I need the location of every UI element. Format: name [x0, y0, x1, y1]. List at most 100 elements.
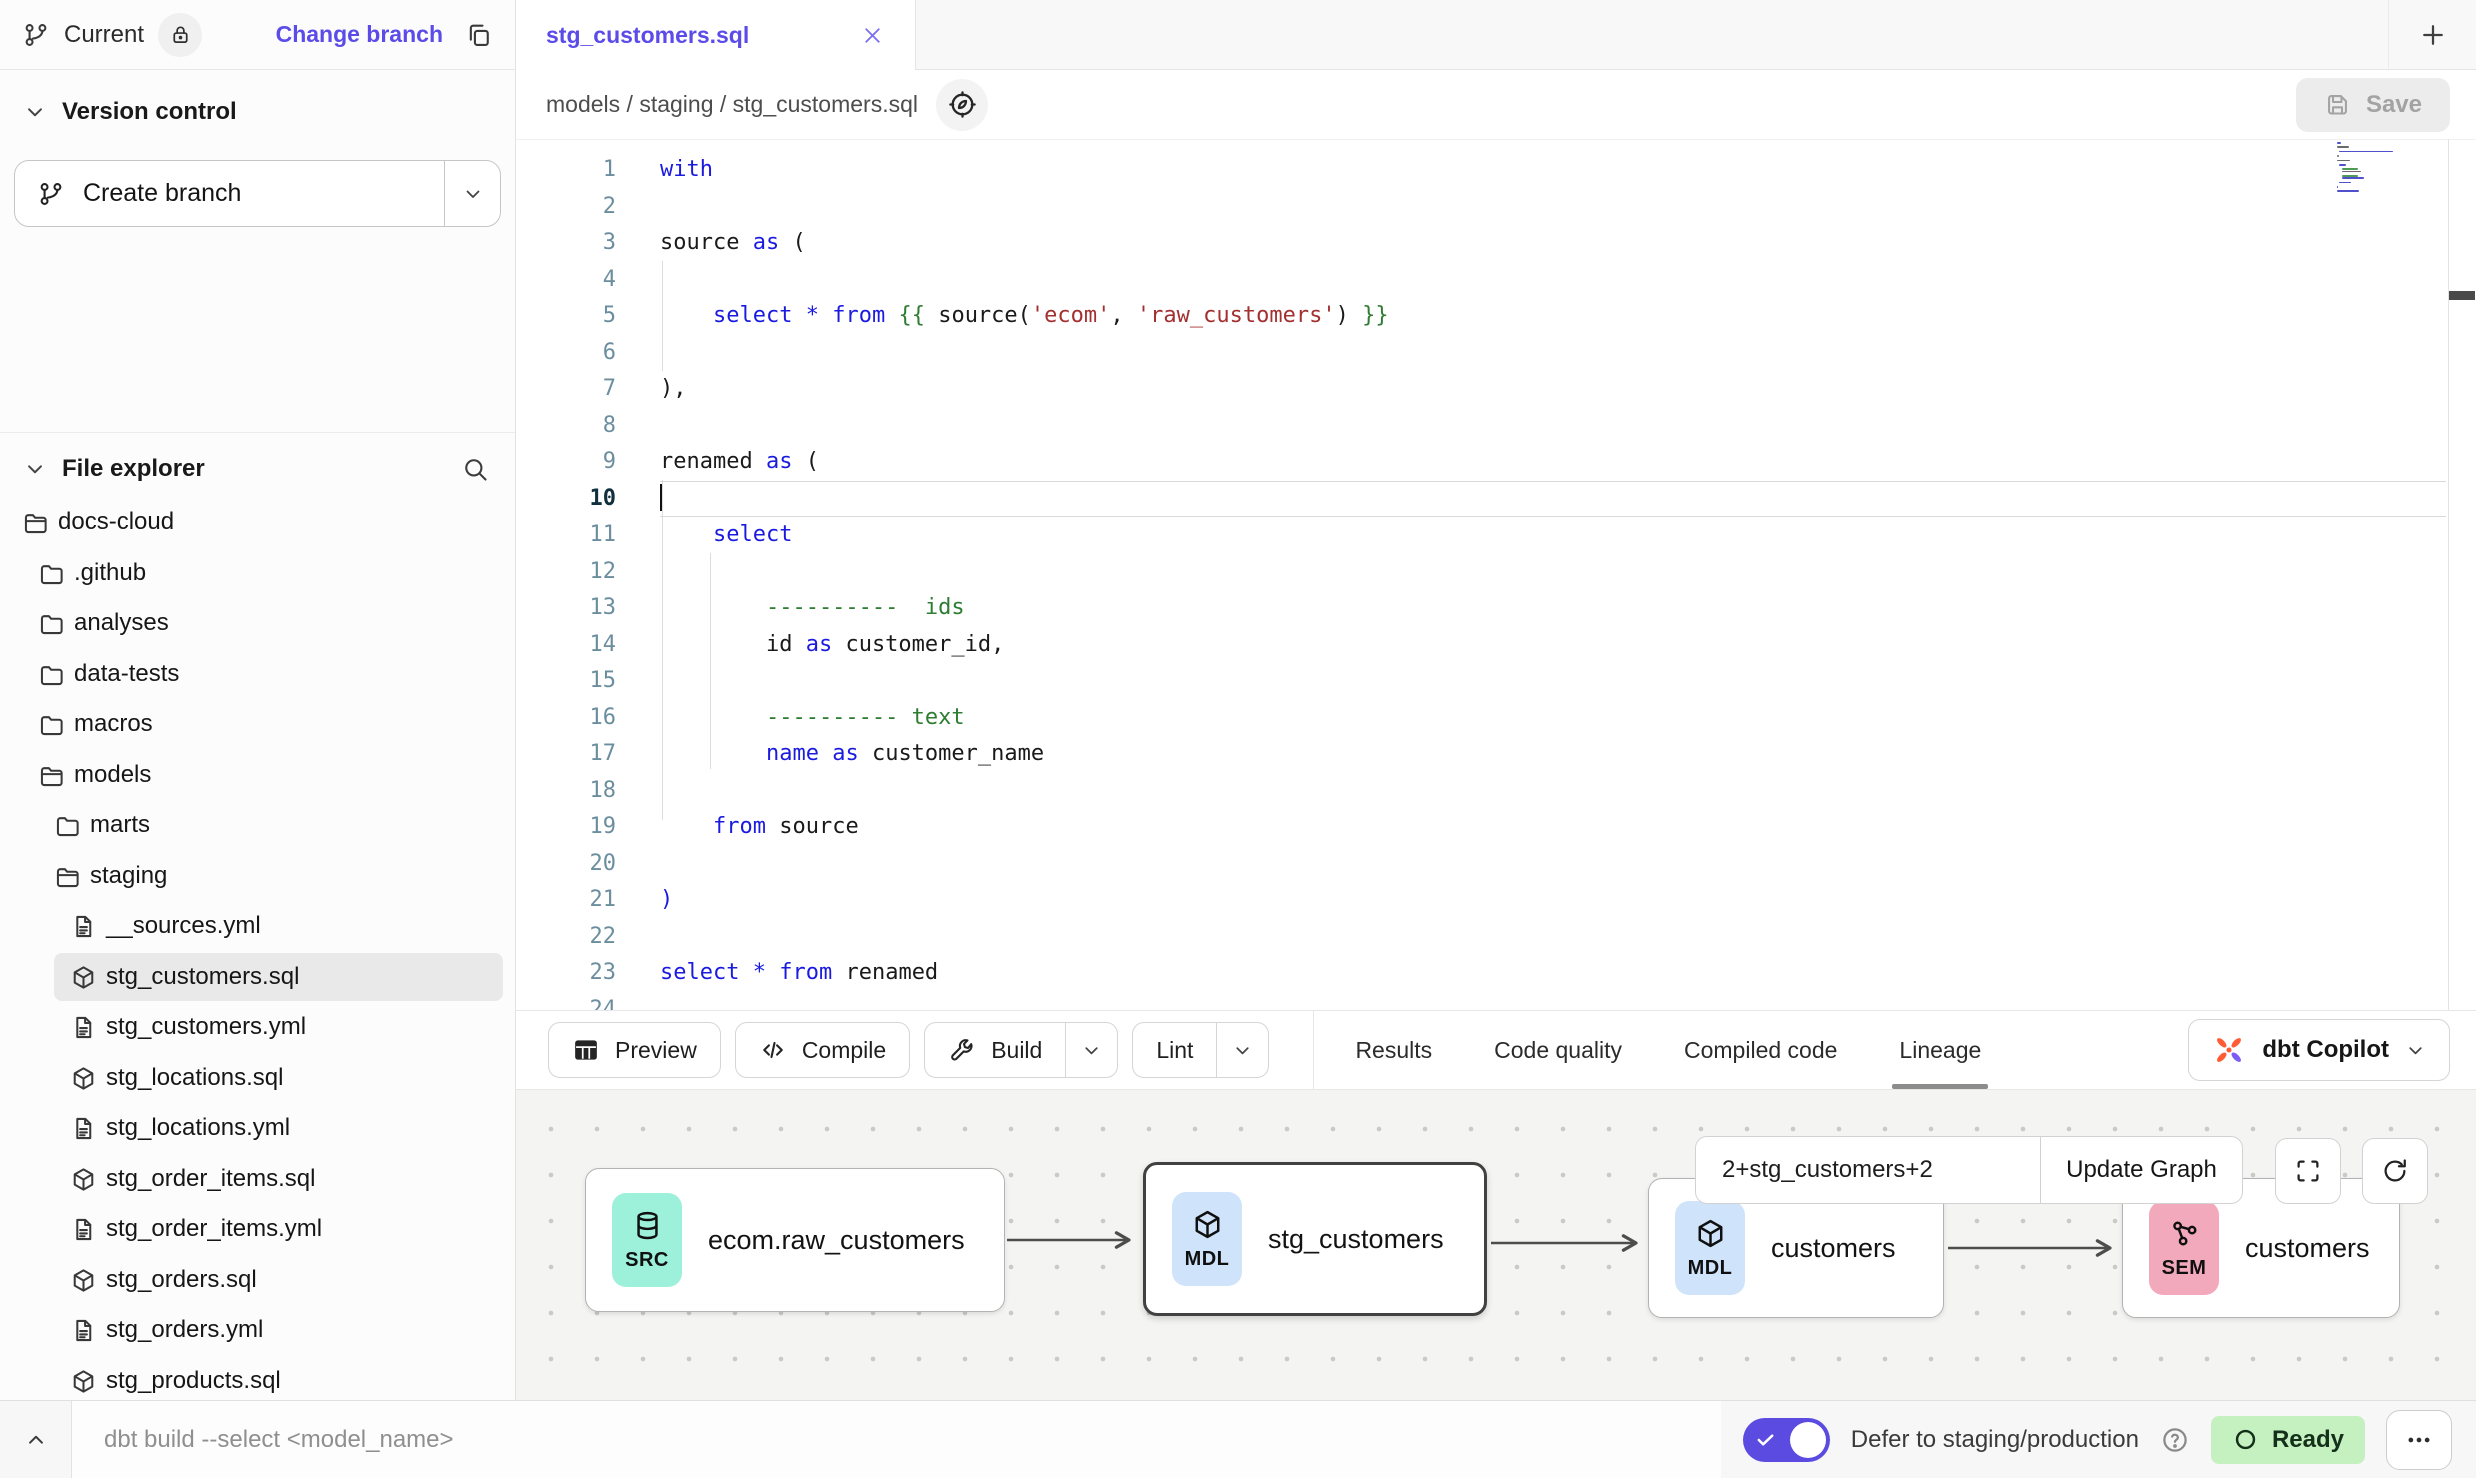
file-tree-item-stg-orders-yml[interactable]: stg_orders.yml	[0, 1305, 515, 1356]
code-line-23[interactable]: select * from renamed	[660, 955, 2446, 992]
file-icon	[70, 1014, 97, 1041]
code-line-9[interactable]: renamed as (	[660, 444, 2446, 481]
line-number: 7	[516, 371, 626, 408]
code-line-14[interactable]: id as customer_id,	[660, 627, 2446, 664]
defer-label: Defer to staging/production	[1851, 1426, 2139, 1454]
lineage-node-stg_customers[interactable]: MDLstg_customers	[1143, 1162, 1487, 1316]
file-tree-item-models[interactable]: models	[0, 750, 515, 801]
code-line-7[interactable]: ),	[660, 371, 2446, 408]
code-line-8[interactable]	[660, 408, 2446, 445]
line-number: 16	[516, 700, 626, 737]
create-branch-main[interactable]: Create branch	[15, 161, 444, 226]
lineage-filter-input[interactable]: 2+stg_customers+2	[1695, 1136, 2041, 1204]
file-tree-item-docs-cloud[interactable]: docs-cloud	[0, 497, 515, 548]
file-tree-item-stg-customers-sql[interactable]: stg_customers.sql	[0, 952, 515, 1003]
minimap-line	[2337, 186, 2338, 188]
code-line-16[interactable]: ---------- text	[660, 700, 2446, 737]
build-dropdown[interactable]	[1065, 1023, 1117, 1077]
panel-tab-results[interactable]: Results	[1324, 1011, 1463, 1089]
code-line-21[interactable]: )	[660, 882, 2446, 919]
node-badge-label: MDL	[1185, 1248, 1230, 1271]
code-line-22[interactable]	[660, 919, 2446, 956]
indent-guide	[662, 261, 663, 371]
code-line-20[interactable]	[660, 846, 2446, 883]
lint-dropdown[interactable]	[1216, 1023, 1268, 1077]
status-badge[interactable]: Ready	[2211, 1416, 2365, 1464]
code-line-15[interactable]	[660, 663, 2446, 700]
chevron-down-icon	[22, 99, 48, 125]
build-button-main[interactable]: Build	[925, 1023, 1065, 1077]
version-control-header[interactable]: Version control	[0, 70, 515, 136]
command-bar-collapse-button[interactable]	[0, 1401, 71, 1478]
save-button[interactable]: Save	[2296, 78, 2450, 132]
save-label: Save	[2366, 91, 2422, 119]
file-tree-item-analyses[interactable]: analyses	[0, 598, 515, 649]
command-input[interactable]: dbt build --select <model_name>	[71, 1401, 1721, 1478]
node-badge-label: SEM	[2162, 1257, 2207, 1280]
change-branch-link[interactable]: Change branch	[276, 21, 443, 48]
file-explorer-header[interactable]: File explorer	[0, 433, 515, 497]
panel-tab-compiled-code[interactable]: Compiled code	[1653, 1011, 1868, 1089]
code-line-12[interactable]	[660, 554, 2446, 591]
file-tree-item--sources-yml[interactable]: __sources.yml	[0, 901, 515, 952]
create-branch-button[interactable]: Create branch	[14, 160, 501, 227]
panel-tab-lineage[interactable]: Lineage	[1868, 1011, 2012, 1089]
preview-button[interactable]: Preview	[548, 1022, 721, 1078]
lineage-node-ecom.raw_customers[interactable]: SRCecom.raw_customers	[585, 1168, 1005, 1312]
code-lines[interactable]: with source as ( select * from {{ source(…	[660, 152, 2446, 1028]
defer-toggle[interactable]	[1743, 1418, 1830, 1462]
file-tree-item-macros[interactable]: macros	[0, 699, 515, 750]
sidebar: Current Change branch Version control Cr…	[0, 0, 516, 1400]
code-line-2[interactable]	[660, 189, 2446, 226]
scrollbar-thumb[interactable]	[2449, 291, 2475, 300]
file-tree-item-marts[interactable]: marts	[0, 800, 515, 851]
file-tree-item-stg-locations-yml[interactable]: stg_locations.yml	[0, 1103, 515, 1154]
fullscreen-button[interactable]	[2275, 1138, 2341, 1204]
minimap-line	[2342, 168, 2358, 170]
file-tree-item-stg-locations-sql[interactable]: stg_locations.sql	[0, 1053, 515, 1104]
file-tree-item-stg-orders-sql[interactable]: stg_orders.sql	[0, 1255, 515, 1306]
preview-label: Preview	[615, 1037, 697, 1064]
tab-stg-customers-sql[interactable]: stg_customers.sql	[516, 0, 916, 70]
file-tree-item-data-tests[interactable]: data-tests	[0, 649, 515, 700]
more-options-button[interactable]	[2386, 1410, 2452, 1470]
lineage-panel[interactable]: SRCecom.raw_customers MDLstg_customersMDL…	[516, 1090, 2476, 1400]
update-graph-label: Update Graph	[2066, 1156, 2217, 1184]
search-icon[interactable]	[461, 455, 489, 483]
file-tree-item-stg-products-sql[interactable]: stg_products.sql	[0, 1356, 515, 1407]
code-line-19[interactable]: from source	[660, 809, 2446, 846]
line-number: 8	[516, 408, 626, 445]
create-branch-dropdown[interactable]	[444, 161, 500, 226]
lint-button-main[interactable]: Lint	[1133, 1023, 1216, 1077]
file-tree-item--github[interactable]: .github	[0, 548, 515, 599]
refresh-button[interactable]	[2362, 1138, 2428, 1204]
code-line-17[interactable]: name as customer_name	[660, 736, 2446, 773]
code-line-6[interactable]	[660, 335, 2446, 372]
minimap[interactable]	[2337, 142, 2399, 198]
code-line-1[interactable]: with	[660, 152, 2446, 189]
code-line-10[interactable]	[660, 481, 2446, 518]
help-icon[interactable]	[2160, 1425, 2190, 1455]
file-tree-item-staging[interactable]: staging	[0, 851, 515, 902]
scrollbar-track[interactable]	[2448, 139, 2476, 1010]
code-line-4[interactable]	[660, 262, 2446, 299]
tab-label: stg_customers.sql	[546, 22, 860, 49]
explore-chip[interactable]	[936, 79, 988, 131]
file-tree-item-stg-order-items-sql[interactable]: stg_order_items.sql	[0, 1154, 515, 1205]
new-tab-button[interactable]	[2388, 0, 2476, 70]
code-line-13[interactable]: ---------- ids	[660, 590, 2446, 627]
copy-icon[interactable]	[465, 21, 493, 49]
code-line-11[interactable]: select	[660, 517, 2446, 554]
close-icon[interactable]	[860, 23, 885, 48]
code-line-3[interactable]: source as (	[660, 225, 2446, 262]
update-graph-button[interactable]: Update Graph	[2041, 1136, 2243, 1204]
code-editor[interactable]: 123456789101112131415161718192021222324 …	[516, 140, 2476, 1010]
panel-tab-code-quality[interactable]: Code quality	[1463, 1011, 1653, 1089]
file-tree-item-stg-customers-yml[interactable]: stg_customers.yml	[0, 1002, 515, 1053]
node-label: customers	[1771, 1233, 1896, 1264]
file-tree-item-stg-order-items-yml[interactable]: stg_order_items.yml	[0, 1204, 515, 1255]
code-line-5[interactable]: select * from {{ source('ecom', 'raw_cus…	[660, 298, 2446, 335]
code-line-18[interactable]	[660, 773, 2446, 810]
compile-button[interactable]: Compile	[735, 1022, 910, 1078]
dbt-copilot-button[interactable]: dbt Copilot	[2188, 1019, 2450, 1081]
